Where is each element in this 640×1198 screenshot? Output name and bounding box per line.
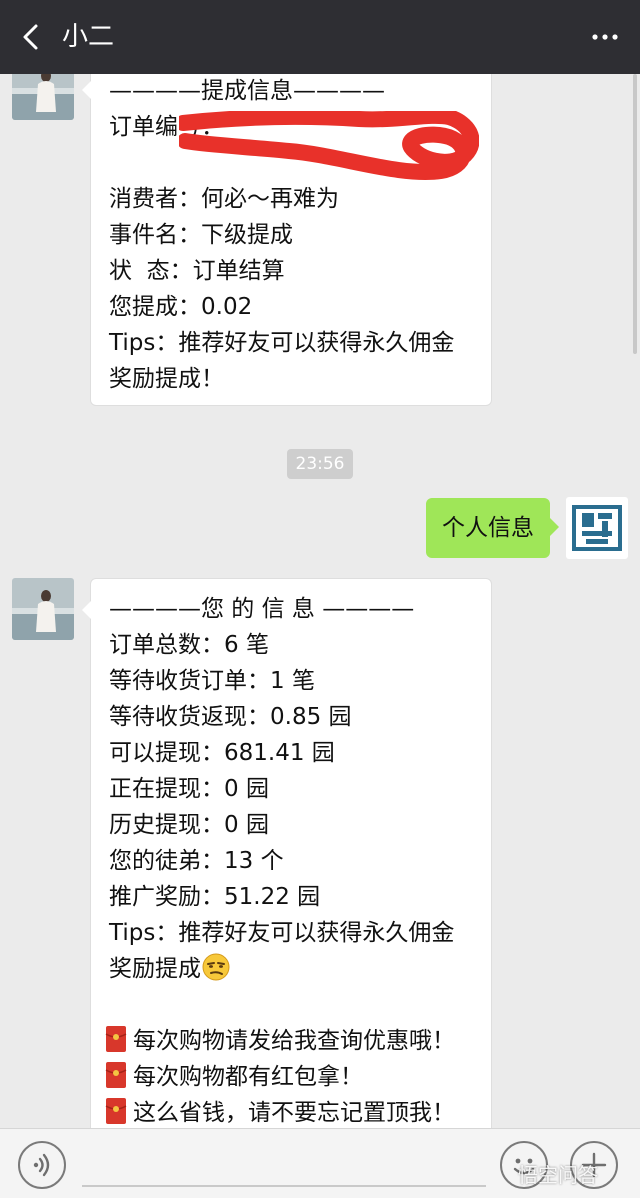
avatar-image: [12, 578, 74, 640]
bullet-text: 这么省钱，请不要忘记置顶我！: [133, 1100, 455, 1126]
message-input[interactable]: [82, 1185, 486, 1187]
message-line: 您的徒弟：13 个: [109, 848, 284, 874]
chat-title: 小二: [62, 22, 115, 52]
message-bubble-account-info[interactable]: ————您 的 信 息 ———— 订单总数：6 笔 等待收货订单：1 笔 等待收…: [82, 578, 492, 1128]
message-line: 事件名：下级提成: [109, 222, 293, 248]
avatar-image: [12, 74, 74, 120]
red-envelope-icon: [105, 1026, 127, 1052]
logo-avatar-icon: [566, 497, 628, 559]
contact-avatar[interactable]: [12, 74, 74, 120]
contact-avatar[interactable]: [12, 578, 74, 640]
watermark: 悟空问答: [518, 1163, 598, 1187]
top-bar: 小二: [0, 0, 640, 74]
voice-button[interactable]: [18, 1141, 66, 1189]
message-line: 可以提现：681.41 园: [109, 740, 335, 766]
bullet-text: 每次购物都有红包拿！: [133, 1064, 363, 1090]
bullet-line: 每次购物请发给我查询优惠哦！: [105, 1023, 477, 1059]
more-dots-icon: [592, 34, 618, 40]
message-line: ————提成信息————: [109, 78, 385, 104]
bullet-line: 每次购物都有红包拿！: [105, 1059, 477, 1095]
timestamp: 23:56: [287, 449, 353, 479]
sent-message-text: 个人信息: [442, 515, 534, 541]
input-bar: 悟空问答: [0, 1128, 640, 1198]
message-line: 消费者：何必～再难为: [109, 186, 339, 212]
sent-message-bubble[interactable]: 个人信息: [426, 498, 559, 558]
bullet-text: 每次购物请发给我查询优惠哦！: [133, 1028, 455, 1054]
message-line: 正在提现：0 园: [109, 776, 269, 802]
message-line-tips: Tips：推荐好友可以获得永久佣金奖励提成: [109, 915, 477, 987]
bullet-line: 这么省钱，请不要忘记置顶我！: [105, 1095, 477, 1128]
message-line: 等待收货返现：0.85 园: [109, 704, 352, 730]
smirk-emoji-icon: [202, 953, 230, 981]
voice-icon: [33, 1153, 50, 1177]
message-line: 历史提现：0 园: [109, 812, 269, 838]
tips-text: Tips：推荐好友可以获得永久佣金奖励提成: [109, 920, 455, 982]
message-line: 您提成：0.02: [109, 294, 253, 320]
more-button[interactable]: [588, 20, 622, 54]
message-bubble-commission[interactable]: ————提成信息———— 订单编号： 消费者：何必～再难为 事件名：下级提成 状…: [82, 74, 492, 406]
red-envelope-icon: [105, 1098, 127, 1124]
message-line: 订单总数：6 笔: [109, 632, 269, 658]
message-line: Tips：推荐好友可以获得永久佣金奖励提成！: [109, 330, 455, 392]
chevron-left-icon: [23, 24, 38, 50]
chat-area[interactable]: ————提成信息———— 订单编号： 消费者：何必～再难为 事件名：下级提成 状…: [0, 74, 640, 1128]
message-line: 订单编号：: [109, 114, 224, 140]
message-line: 推广奖励：51.22 园: [109, 884, 321, 910]
scrollbar[interactable]: [633, 74, 637, 354]
red-envelope-icon: [105, 1062, 127, 1088]
message-line: 状 态：订单结算: [109, 258, 285, 284]
message-line: ————您 的 信 息 ————: [109, 596, 415, 622]
back-button[interactable]: [16, 20, 48, 54]
message-line-redacted: [109, 145, 477, 181]
my-avatar[interactable]: [566, 497, 628, 559]
message-line: 等待收货订单：1 笔: [109, 668, 315, 694]
